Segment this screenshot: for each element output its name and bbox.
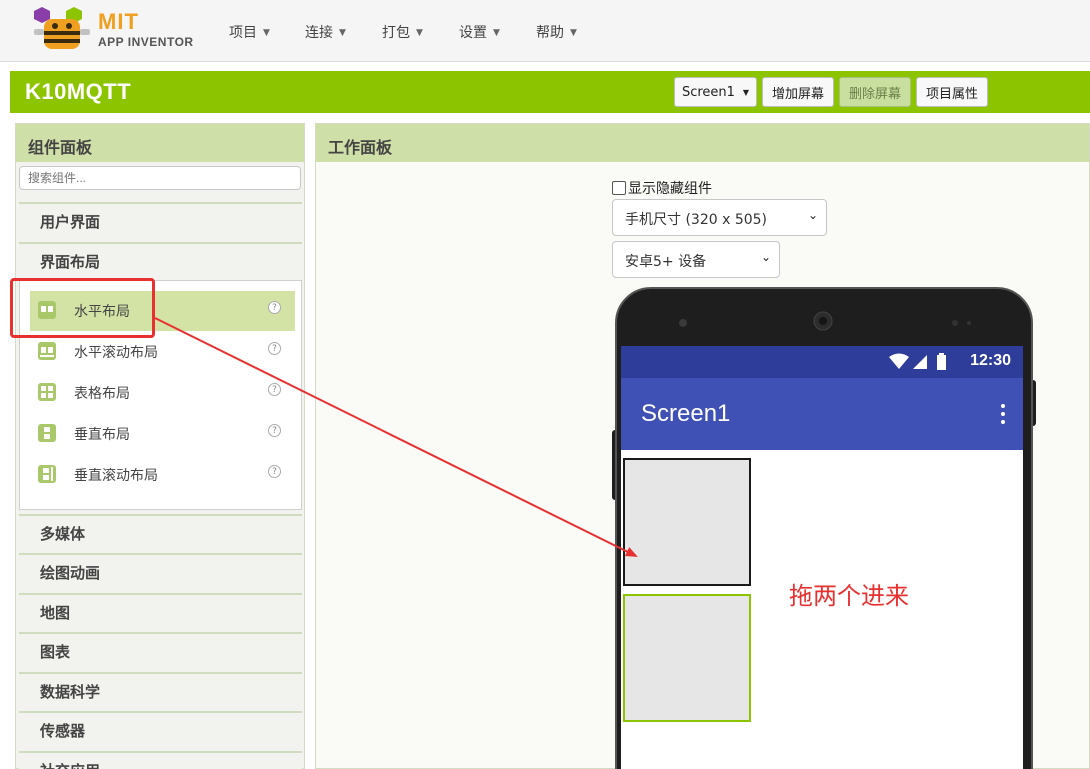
phone-top-bezel	[679, 311, 971, 331]
chevron-down-icon: ⌄	[807, 208, 818, 222]
component-label: 水平滚动布局	[74, 345, 158, 361]
phone-status-bar: 12:30	[621, 346, 1023, 378]
category-drawing-animation[interactable]: 绘图动画	[19, 553, 302, 583]
overflow-menu-icon[interactable]	[1001, 404, 1005, 424]
logo-subtitle: APP INVENTOR	[98, 35, 194, 49]
menu-label: 连接	[305, 25, 333, 41]
menu-label: 打包	[382, 25, 410, 41]
layout-component-list: 水平布局 ? 水平滚动布局 ? 表格布局 ? 垂直布局 ? 垂直滚动布局 ?	[19, 280, 302, 510]
screen-select-label: Screen1	[681, 84, 735, 100]
caret-down-icon: ▼	[570, 28, 577, 38]
category-layout[interactable]: 界面布局	[19, 242, 302, 272]
screen-select-button[interactable]: Screen1 ▼	[674, 77, 757, 107]
project-name: K10MQTT	[25, 79, 132, 104]
component-horizontal-arrangement[interactable]: 水平布局 ?	[30, 291, 295, 331]
bee-logo-icon	[34, 7, 90, 49]
theme-value: 安卓5+ 设备	[625, 254, 707, 270]
logo-title: MIT	[98, 9, 139, 34]
component-label: 表格布局	[74, 386, 130, 402]
theme-select[interactable]: 安卓5+ 设备 ⌄	[612, 241, 780, 278]
caret-down-icon: ▼	[263, 28, 270, 38]
vertical-scroll-arrangement-icon	[38, 465, 56, 483]
table-arrangement-icon	[38, 383, 56, 401]
status-time: 12:30	[970, 352, 1011, 369]
menu-settings[interactable]: 设置 ▼	[459, 22, 500, 42]
caret-down-icon: ▼	[416, 28, 423, 38]
horizontal-arrangement-icon	[38, 301, 56, 319]
component-horizontal-scroll-arrangement[interactable]: 水平滚动布局 ?	[30, 332, 295, 372]
screen-app-bar: Screen1	[621, 378, 1023, 450]
battery-icon	[937, 355, 946, 370]
category-sensors[interactable]: 传感器	[19, 711, 302, 741]
menu-label: 设置	[459, 25, 487, 41]
menu-build[interactable]: 打包 ▼	[382, 22, 423, 42]
status-icons	[889, 353, 946, 370]
add-screen-button[interactable]: 增加屏幕	[762, 77, 834, 107]
signal-icon	[913, 355, 927, 369]
horizontal-arrangement-2[interactable]	[623, 594, 751, 722]
project-properties-button[interactable]: 项目属性	[916, 77, 988, 107]
horizontal-arrangement-1[interactable]	[623, 458, 751, 586]
screen-title: Screen1	[641, 400, 731, 427]
vertical-arrangement-icon	[38, 424, 56, 442]
top-navbar: MIT APP INVENTOR 项目 ▼ 连接 ▼ 打包 ▼ 设置 ▼ 帮助 ▼	[0, 0, 1090, 62]
category-social[interactable]: 社交应用	[19, 751, 302, 769]
show-hidden-label: 显示隐藏组件	[628, 181, 712, 197]
help-icon[interactable]: ?	[268, 424, 281, 437]
annotation-text: 拖两个进来	[789, 582, 909, 610]
help-icon[interactable]: ?	[268, 342, 281, 355]
component-search-input[interactable]	[19, 166, 301, 190]
palette-title: 组件面板	[16, 124, 304, 162]
menu-help[interactable]: 帮助 ▼	[536, 22, 577, 42]
component-table-arrangement[interactable]: 表格布局 ?	[30, 373, 295, 413]
palette-panel: 组件面板 用户界面 界面布局 水平布局 ? 水平滚动布局 ? 表格布局 ?	[15, 123, 305, 769]
show-hidden-checkbox[interactable]	[612, 181, 626, 195]
wifi-icon	[889, 353, 909, 369]
component-label: 垂直布局	[74, 427, 130, 443]
menu-label: 帮助	[536, 25, 564, 41]
chevron-down-icon: ⌄	[760, 250, 771, 264]
show-hidden-components-row[interactable]: 显示隐藏组件	[612, 178, 712, 198]
component-vertical-scroll-arrangement[interactable]: 垂直滚动布局 ?	[30, 455, 295, 495]
horizontal-scroll-arrangement-icon	[38, 342, 56, 360]
caret-down-icon: ▼	[339, 28, 346, 38]
viewer-title: 工作面板	[316, 124, 1089, 162]
app-inventor-logo[interactable]: MIT APP INVENTOR	[34, 5, 194, 55]
category-maps[interactable]: 地图	[19, 593, 302, 623]
caret-down-icon: ▼	[493, 28, 500, 38]
component-vertical-arrangement[interactable]: 垂直布局 ?	[30, 414, 295, 454]
category-media[interactable]: 多媒体	[19, 514, 302, 544]
menu-project[interactable]: 项目 ▼	[229, 22, 270, 42]
component-label: 水平布局	[74, 304, 130, 320]
category-user-interface[interactable]: 用户界面	[19, 202, 302, 232]
project-toolbar: K10MQTT Screen1 ▼ 增加屏幕 删除屏幕 项目属性	[10, 71, 1090, 113]
category-data-science[interactable]: 数据科学	[19, 672, 302, 702]
help-icon[interactable]: ?	[268, 465, 281, 478]
category-charts[interactable]: 图表	[19, 632, 302, 662]
caret-down-icon: ▼	[742, 87, 750, 97]
help-icon[interactable]: ?	[268, 301, 281, 314]
help-icon[interactable]: ?	[268, 383, 281, 396]
component-label: 垂直滚动布局	[74, 468, 158, 484]
phone-size-value: 手机尺寸 (320 x 505)	[625, 212, 768, 228]
menu-connect[interactable]: 连接 ▼	[305, 22, 346, 42]
menu-label: 项目	[229, 25, 257, 41]
remove-screen-button[interactable]: 删除屏幕	[839, 77, 911, 107]
phone-screen: 12:30 Screen1	[621, 346, 1023, 769]
phone-size-select[interactable]: 手机尺寸 (320 x 505) ⌄	[612, 199, 827, 236]
